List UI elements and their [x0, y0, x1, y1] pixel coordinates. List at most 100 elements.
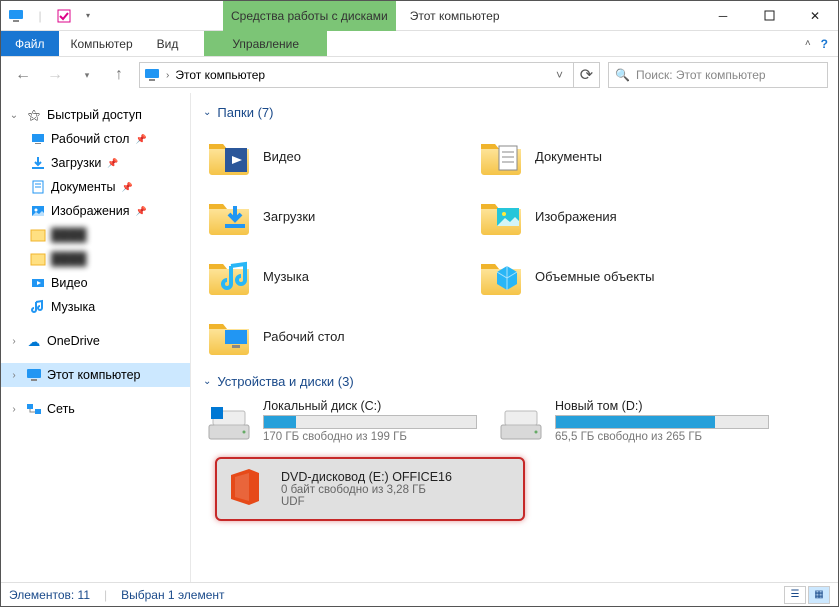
star-icon: ⚝	[25, 106, 43, 124]
recent-dropdown[interactable]: ▾	[75, 63, 99, 87]
pc-icon	[144, 67, 160, 83]
tree-quick-access[interactable]: ⌄ ⚝ Быстрый доступ	[1, 103, 190, 127]
view-tiles-button[interactable]: ▦	[808, 586, 830, 604]
drive-name: Локальный диск (C:)	[263, 399, 477, 413]
tree-quick-item[interactable]: ████	[1, 223, 190, 247]
tree-quick-item[interactable]: Загрузки📌	[1, 151, 190, 175]
item-icon	[29, 274, 47, 292]
drive-free-text: 170 ГБ свободно из 199 ГБ	[263, 431, 477, 443]
qat-dropdown-icon[interactable]: ▾	[77, 5, 99, 27]
folder-desktop[interactable]: Рабочий стол	[201, 308, 461, 364]
tab-computer[interactable]: Компьютер	[59, 31, 145, 56]
item-icon	[29, 298, 47, 316]
chevron-down-icon: ⌄	[203, 107, 211, 118]
folder-3d[interactable]: Объемные объекты	[473, 248, 733, 304]
item-icon	[29, 154, 47, 172]
item-label: Музыка	[51, 300, 95, 314]
chevron-right-icon[interactable]: ›	[7, 370, 21, 381]
drive-d[interactable]: Новый том (D:) 65,5 ГБ свободно из 265 ГБ	[493, 397, 773, 449]
chevron-right-icon[interactable]: ›	[7, 336, 21, 347]
maximize-button[interactable]	[746, 1, 792, 30]
folder-icon	[205, 312, 253, 360]
tree-quick-item[interactable]: Документы📌	[1, 175, 190, 199]
folder-pictures[interactable]: Изображения	[473, 188, 733, 244]
status-selection: Выбран 1 элемент	[121, 588, 224, 602]
item-icon	[29, 226, 47, 244]
tree-quick-item[interactable]: Рабочий стол 📌	[1, 127, 190, 151]
refresh-button[interactable]: ⟳	[574, 62, 600, 88]
address-bar[interactable]: › Этот компьютер ˅	[139, 62, 574, 88]
address-dropdown-icon[interactable]: ˅	[550, 68, 569, 82]
group-folders-header[interactable]: ⌄ Папки (7)	[203, 105, 828, 120]
item-icon	[29, 130, 47, 148]
cloud-icon: ☁	[25, 332, 43, 350]
tree-quick-item[interactable]: Изображения📌	[1, 199, 190, 223]
qat-sep: |	[29, 5, 51, 27]
folder-downloads[interactable]: Загрузки	[201, 188, 461, 244]
item-icon	[29, 178, 47, 196]
item-label: ████	[51, 228, 86, 242]
drive-usage-bar	[263, 415, 477, 429]
folder-label: Загрузки	[263, 209, 315, 224]
tree-this-pc[interactable]: › Этот компьютер	[1, 363, 190, 387]
item-icon	[29, 202, 47, 220]
drive-fs: UDF	[281, 496, 517, 508]
folder-label: Видео	[263, 149, 301, 164]
pin-icon: 📌	[121, 182, 132, 193]
tree-quick-item[interactable]: ████	[1, 247, 190, 271]
tab-manage[interactable]: Управление	[204, 31, 327, 56]
file-tab[interactable]: Файл	[1, 31, 59, 56]
drive-free-text: 65,5 ГБ свободно из 265 ГБ	[555, 431, 769, 443]
pin-icon: 📌	[135, 134, 146, 145]
item-label: Рабочий стол	[51, 132, 129, 146]
group-drives-header[interactable]: ⌄ Устройства и диски (3)	[203, 374, 828, 389]
title-bar: | ▾ Средства работы с дисками Этот компь…	[1, 1, 838, 31]
tab-view[interactable]: Вид	[145, 31, 191, 56]
minimize-button[interactable]: ─	[700, 1, 746, 30]
folder-label: Изображения	[535, 209, 617, 224]
qat-pc-icon[interactable]	[5, 5, 27, 27]
qat-checkbox-icon[interactable]	[53, 5, 75, 27]
drive-usage-bar	[555, 415, 769, 429]
window-title: Этот компьютер	[396, 1, 514, 30]
office-icon	[223, 465, 271, 513]
drive-name: Новый том (D:)	[555, 399, 769, 413]
tree-quick-item[interactable]: Музыка	[1, 295, 190, 319]
drive-c[interactable]: Локальный диск (C:) 170 ГБ свободно из 19…	[201, 397, 481, 449]
close-button[interactable]: ✕	[792, 1, 838, 30]
view-details-button[interactable]: ☰	[784, 586, 806, 604]
pc-icon	[25, 366, 43, 384]
address-bar-row: ← → ▾ ↑ › Этот компьютер ˅ ⟳ 🔍 Поиск: Эт…	[1, 57, 838, 93]
up-button[interactable]: ↑	[107, 63, 131, 87]
folder-docs[interactable]: Документы	[473, 128, 733, 184]
folder-icon	[205, 192, 253, 240]
folder-icon	[477, 252, 525, 300]
content-pane: ⌄ Папки (7) Видео Документы Загрузки Изобра…	[191, 93, 838, 582]
tree-quick-item[interactable]: Видео	[1, 271, 190, 295]
chevron-right-icon[interactable]: ›	[7, 404, 21, 415]
tree-network[interactable]: › Сеть	[1, 397, 190, 421]
chevron-down-icon: ⌄	[203, 376, 211, 387]
folder-icon	[205, 132, 253, 180]
folder-label: Документы	[535, 149, 602, 164]
forward-button[interactable]: →	[43, 63, 67, 87]
back-button[interactable]: ←	[11, 63, 35, 87]
folder-video[interactable]: Видео	[201, 128, 461, 184]
folder-label: Объемные объекты	[535, 269, 655, 284]
ribbon-collapse-icon[interactable]: ˄	[805, 38, 811, 49]
drive-dvd[interactable]: DVD-дисковод (E:) OFFICE16 0 байт свобод…	[215, 457, 525, 521]
status-item-count: Элементов: 11	[9, 588, 90, 602]
folder-music[interactable]: Музыка	[201, 248, 461, 304]
help-icon[interactable]: ?	[821, 37, 828, 51]
search-box[interactable]: 🔍 Поиск: Этот компьютер	[608, 62, 828, 88]
tree-onedrive[interactable]: › ☁ OneDrive	[1, 329, 190, 353]
item-label: ████	[51, 252, 86, 266]
chevron-down-icon[interactable]: ⌄	[7, 110, 21, 121]
contextual-tab-group: Средства работы с дисками	[223, 1, 396, 31]
ribbon-tabs: Файл Компьютер Вид Управление ˄ ?	[1, 31, 838, 57]
drive-icon	[497, 399, 545, 447]
item-label: Видео	[51, 276, 88, 290]
network-icon	[25, 400, 43, 418]
pin-icon: 📌	[107, 158, 118, 169]
search-icon: 🔍	[615, 68, 630, 82]
